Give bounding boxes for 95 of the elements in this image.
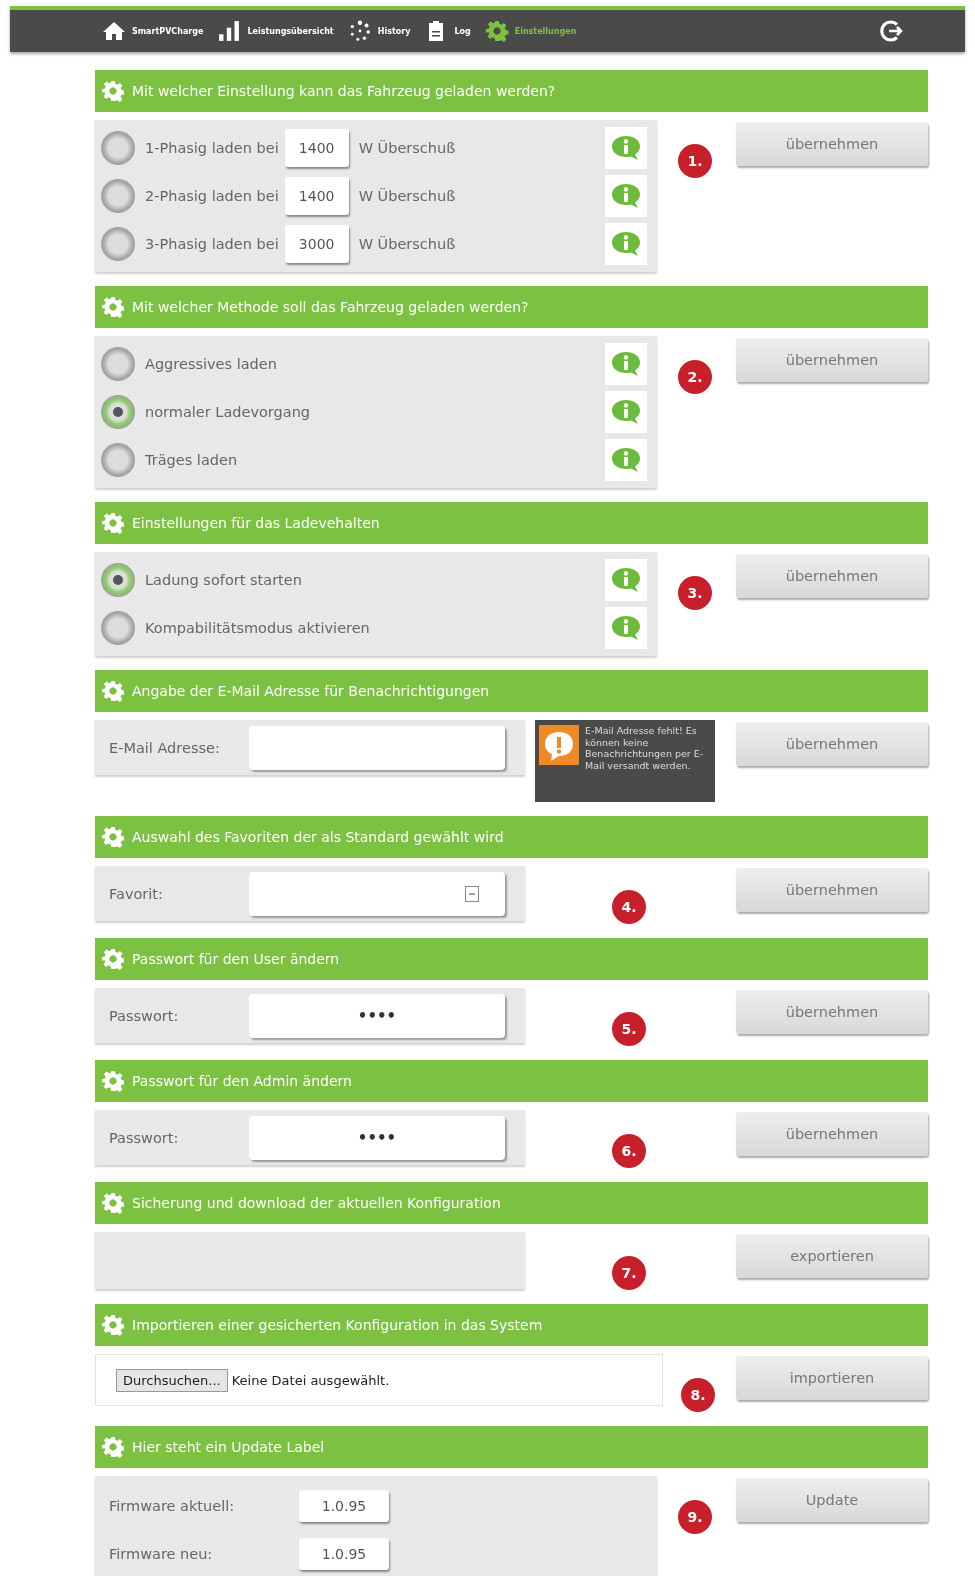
field-label: E-Mail Adresse: [109, 739, 221, 756]
option-label: 3-Phasig laden bei [145, 236, 279, 252]
section-title: Sicherung und download der aktuellen Konfiguration [132, 1195, 501, 1211]
section-title: Angabe der E-Mail Adresse für Benachrichtigungen [132, 683, 490, 699]
gear-icon [102, 1070, 124, 1092]
section-title: Mit welcher Einstellung kann das Fahrzeug geladen werden? [132, 83, 556, 99]
option-label: Ladung sofort starten [145, 572, 302, 588]
gear-icon [102, 296, 124, 318]
alert-icon [539, 725, 579, 765]
apply-button[interactable]: Update [736, 1478, 928, 1522]
input-field[interactable]: •••• [249, 993, 505, 1038]
info-icon[interactable] [605, 439, 647, 481]
step-number: 3. [678, 576, 712, 610]
radio-button[interactable] [101, 443, 135, 477]
field-label: Favorit: [109, 885, 164, 902]
info-icon[interactable] [605, 127, 647, 169]
nav-link[interactable]: History [347, 20, 411, 42]
radio-button[interactable] [101, 227, 135, 261]
option-label: 2-Phasig laden bei [145, 188, 279, 204]
section-title: Einstellungen für das Ladevehalten [132, 515, 380, 531]
section-title: Passwort für den User ändern [132, 951, 340, 967]
info-icon[interactable] [605, 223, 647, 265]
nav-link[interactable]: Einstellungen [484, 20, 577, 42]
nav-link[interactable]: Log [424, 20, 471, 42]
field-label: Passwort: [109, 1129, 180, 1146]
info-icon[interactable] [605, 607, 647, 649]
gear-icon [102, 1436, 124, 1458]
unit-label: W Überschuß [358, 236, 456, 252]
step-number: 7. [612, 1256, 646, 1290]
gear-icon [102, 512, 124, 534]
option-label: normaler Ladevorgang [145, 404, 311, 420]
step-number: 5. [612, 1012, 646, 1046]
step-number: 1. [678, 144, 712, 178]
apply-button[interactable]: importieren [736, 1356, 928, 1400]
number-input[interactable]: 3000 [284, 225, 349, 263]
gear-icon [102, 826, 124, 848]
gear-icon [102, 80, 124, 102]
apply-button[interactable]: übernehmen [736, 338, 928, 382]
section-title: Importieren einer gesicherten Konfiguration in das System [132, 1317, 543, 1333]
apply-button[interactable]: übernehmen [736, 554, 928, 598]
unit-label: W Überschuß [358, 140, 456, 156]
step-number: 2. [678, 360, 712, 394]
option-label: Aggressives laden [145, 356, 277, 372]
bar-chart-icon [217, 20, 242, 42]
gear-icon [102, 680, 124, 702]
input-field[interactable]: •••• [249, 1115, 505, 1160]
radio-button[interactable] [101, 347, 135, 381]
field-label: Passwort: [109, 1007, 180, 1024]
apply-button[interactable]: übernehmen [736, 990, 928, 1034]
apply-button[interactable]: übernehmen [736, 1112, 928, 1156]
gear-icon [484, 20, 509, 42]
version-field: 1.0.95 [299, 1490, 389, 1522]
step-number: 6. [612, 1134, 646, 1168]
dropdown-icon [465, 885, 479, 902]
radio-button[interactable] [101, 611, 135, 645]
step-number: 8. [681, 1378, 715, 1412]
section-title: Hier steht ein Update Label [132, 1439, 325, 1455]
browse-button[interactable]: Durchsuchen... [116, 1368, 228, 1392]
radio-button[interactable] [101, 563, 135, 597]
input-field[interactable] [249, 725, 505, 770]
home-icon [102, 20, 126, 42]
firmware-label: Firmware aktuell: [109, 1498, 236, 1514]
option-label: 1-Phasig laden bei [145, 140, 279, 156]
firmware-label: Firmware neu: [109, 1546, 214, 1562]
section-title: Auswahl des Favoriten der als Standard gewählt wird [132, 829, 504, 845]
radio-button[interactable] [101, 179, 135, 213]
section-title: Passwort für den Admin ändern [132, 1073, 352, 1089]
version-field: 1.0.95 [299, 1538, 389, 1570]
file-status: Keine Datei ausgewählt. [231, 1372, 390, 1388]
step-number: 4. [612, 890, 646, 924]
input-field[interactable] [249, 871, 505, 916]
apply-button[interactable]: übernehmen [736, 722, 928, 766]
warning-text: E-Mail Adresse fehlt! Es können keine Benachrichtungen per E-Mail versandt werden. [585, 725, 705, 771]
info-icon[interactable] [605, 391, 647, 433]
apply-button[interactable]: übernehmen [736, 868, 928, 912]
option-label: Träges laden [145, 452, 238, 468]
option-label: Kompabilitätsmodus aktivieren [145, 620, 370, 636]
gear-icon [102, 1314, 124, 1336]
number-input[interactable]: 1400 [284, 177, 349, 215]
section-title: Mit welcher Methode soll das Fahrzeug geladen werden? [132, 299, 529, 315]
gear-icon [102, 948, 124, 970]
apply-button[interactable]: übernehmen [736, 122, 928, 166]
info-icon[interactable] [605, 559, 647, 601]
radio-button[interactable] [101, 131, 135, 165]
number-input[interactable]: 1400 [284, 129, 349, 167]
step-number: 9. [678, 1500, 712, 1534]
unit-label: W Überschuß [358, 188, 456, 204]
radio-button[interactable] [101, 395, 135, 429]
info-icon[interactable] [605, 343, 647, 385]
apply-button[interactable]: exportieren [736, 1234, 928, 1278]
gear-icon [102, 1192, 124, 1214]
info-icon[interactable] [605, 175, 647, 217]
logout-icon[interactable] [879, 19, 903, 43]
nav-link[interactable]: Leistungsübersicht [217, 20, 334, 42]
nav-link[interactable]: SmartPVCharge [102, 20, 204, 42]
